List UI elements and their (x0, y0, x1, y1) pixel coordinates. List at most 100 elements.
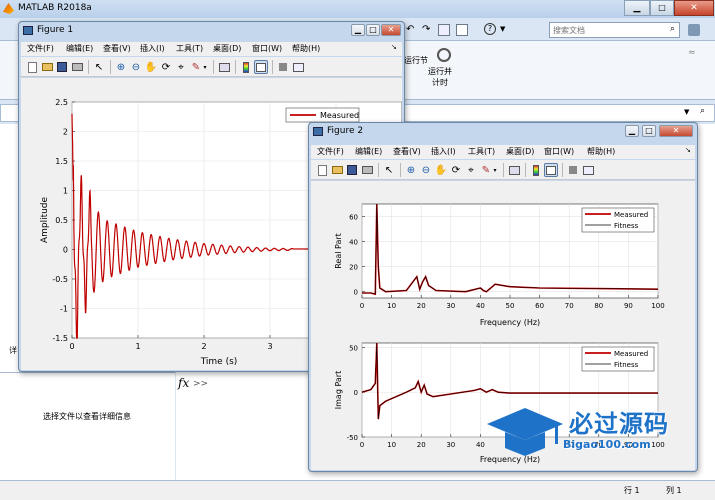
open-file-icon[interactable] (330, 163, 344, 177)
run-and-time-icon[interactable] (437, 48, 451, 62)
hide-plot-tools-icon[interactable] (276, 60, 290, 74)
address-dropdown-icon[interactable]: ▼ (684, 108, 689, 116)
menu-window[interactable]: 窗口(W) (252, 43, 282, 54)
print-icon[interactable] (360, 163, 374, 177)
imag-part-ylabel: Imag Part (334, 371, 343, 409)
notification-icon[interactable] (688, 24, 700, 36)
insert-colorbar-icon[interactable] (529, 163, 543, 177)
menu-edit[interactable]: 编辑(E) (355, 146, 382, 157)
menu-help[interactable]: 帮助(H) (587, 146, 615, 157)
zoom-in-icon[interactable]: ⊕ (114, 60, 128, 74)
data-cursor-icon[interactable]: ⌖ (174, 60, 188, 74)
doc-search-box[interactable]: ⌕ (549, 22, 680, 38)
undo-icon[interactable]: ↶ (406, 24, 414, 35)
edit-plot-icon[interactable]: ↖ (382, 163, 396, 177)
imag-part-ytick-label: 50 (349, 344, 358, 352)
brush-dropdown-icon[interactable]: ▾ (201, 60, 209, 74)
figure2-close-button[interactable]: ✕ (659, 125, 693, 137)
zoom-out-icon[interactable]: ⊖ (419, 163, 433, 177)
menu-help[interactable]: 帮助(H) (292, 43, 320, 54)
figure2-menubar: 文件(F) 编辑(E) 查看(V) 插入(I) 工具(T) 桌面(D) 窗口(W… (311, 145, 695, 159)
real-part-xtick-label: 50 (506, 302, 515, 310)
menu-tools[interactable]: 工具(T) (176, 43, 203, 54)
open-file-icon[interactable] (40, 60, 54, 74)
menu-tools[interactable]: 工具(T) (468, 146, 495, 157)
insert-legend-icon[interactable] (254, 60, 268, 74)
show-plot-tools-icon[interactable] (291, 60, 305, 74)
details-panel (0, 372, 175, 480)
edit-plot-icon[interactable]: ↖ (92, 60, 106, 74)
figure1-title: Figure 1 (37, 25, 74, 35)
pan-icon[interactable]: ✋ (144, 60, 158, 74)
data-cursor-icon[interactable]: ⌖ (464, 163, 478, 177)
show-plot-tools-icon[interactable] (581, 163, 595, 177)
menu-desktop[interactable]: 桌面(D) (213, 43, 241, 54)
link-plot-icon[interactable] (507, 163, 521, 177)
figure1-legend[interactable]: Measured (285, 107, 360, 123)
menu-dock-icon[interactable]: ↘ (391, 43, 397, 51)
menu-dock-icon[interactable]: ↘ (685, 146, 691, 154)
insert-legend-icon[interactable] (544, 163, 558, 177)
figure2-minimize-button[interactable]: ▁ (625, 125, 639, 137)
brush-dropdown-icon[interactable]: ▾ (491, 163, 499, 177)
menu-insert[interactable]: 插入(I) (140, 43, 165, 54)
run-and-time-button[interactable]: 运行并 计时 (428, 66, 452, 88)
help-icon[interactable]: ? (484, 23, 496, 35)
zoom-out-icon[interactable]: ⊖ (129, 60, 143, 74)
quick-access-toolbar: ↶ ↷ ? ▼ (400, 22, 550, 38)
figure2-title: Figure 2 (327, 126, 364, 136)
rotate-icon[interactable]: ⟳ (159, 60, 173, 74)
new-figure-icon[interactable] (25, 60, 39, 74)
ribbon-run-section-label[interactable]: 运行节 (404, 55, 428, 66)
menu-edit[interactable]: 编辑(E) (66, 43, 93, 54)
imag-part-legend[interactable]: Measured Fitness (581, 346, 655, 372)
link-plot-icon[interactable] (217, 60, 231, 74)
figure1-ytick-label: -1 (60, 305, 68, 314)
redo-icon[interactable]: ↷ (422, 24, 430, 35)
figure2-maximize-button[interactable]: □ (642, 125, 656, 137)
hide-plot-tools-icon[interactable] (566, 163, 580, 177)
figure1-close-button[interactable]: ✕ (381, 24, 401, 36)
search-icon[interactable]: ⌕ (670, 24, 675, 34)
menu-desktop[interactable]: 桌面(D) (506, 146, 534, 157)
figure1-legend-measured: Measured (320, 111, 359, 120)
dropdown-chevron-icon[interactable]: ▼ (500, 25, 505, 33)
new-figure-icon[interactable] (315, 163, 329, 177)
close-button[interactable]: ✕ (674, 0, 714, 16)
matlab-titlebar: MATLAB R2018a ▁ □ ✕ (0, 0, 715, 18)
menu-file[interactable]: 文件(F) (317, 146, 344, 157)
menu-insert[interactable]: 插入(I) (431, 146, 456, 157)
menu-view[interactable]: 查看(V) (393, 146, 421, 157)
imag-part-ytick-label: -50 (347, 434, 358, 442)
save-icon[interactable] (345, 163, 359, 177)
doc-search-input[interactable] (550, 23, 660, 37)
switch-windows-icon[interactable] (438, 24, 450, 36)
address-search-icon[interactable]: ⌕ (700, 106, 705, 116)
figure1-minimize-button[interactable]: ▁ (351, 24, 365, 36)
minimize-button[interactable]: ▁ (624, 0, 650, 16)
figure1-maximize-button[interactable]: □ (366, 24, 380, 36)
imag-part-ytick-label: 0 (354, 389, 358, 397)
pan-icon[interactable]: ✋ (434, 163, 448, 177)
layout-icon[interactable] (456, 24, 468, 36)
ribbon-collapse-icon[interactable]: ≈ (688, 48, 696, 58)
menu-window[interactable]: 窗口(W) (544, 146, 574, 157)
rotate-icon[interactable]: ⟳ (449, 163, 463, 177)
real-part-ytick-label: 60 (349, 214, 358, 222)
menu-view[interactable]: 查看(V) (103, 43, 131, 54)
figure-icon (313, 127, 323, 136)
real-part-legend[interactable]: Measured Fitness (581, 207, 655, 233)
real-part-xlabel: Frequency (Hz) (480, 318, 540, 327)
zoom-in-icon[interactable]: ⊕ (404, 163, 418, 177)
insert-colorbar-icon[interactable] (239, 60, 253, 74)
real-part-xtick-label: 60 (535, 302, 544, 310)
figure1-ytick-label: 2.5 (55, 98, 68, 107)
real-part-xtick-label: 80 (594, 302, 603, 310)
save-icon[interactable] (55, 60, 69, 74)
maximize-button[interactable]: □ (650, 0, 674, 16)
real-legend-fitness: Fitness (614, 222, 639, 230)
status-bar: 行 1 列 1 (0, 480, 715, 500)
print-icon[interactable] (70, 60, 84, 74)
menu-file[interactable]: 文件(F) (27, 43, 54, 54)
figure1-titlebar: Figure 1 (19, 22, 404, 39)
